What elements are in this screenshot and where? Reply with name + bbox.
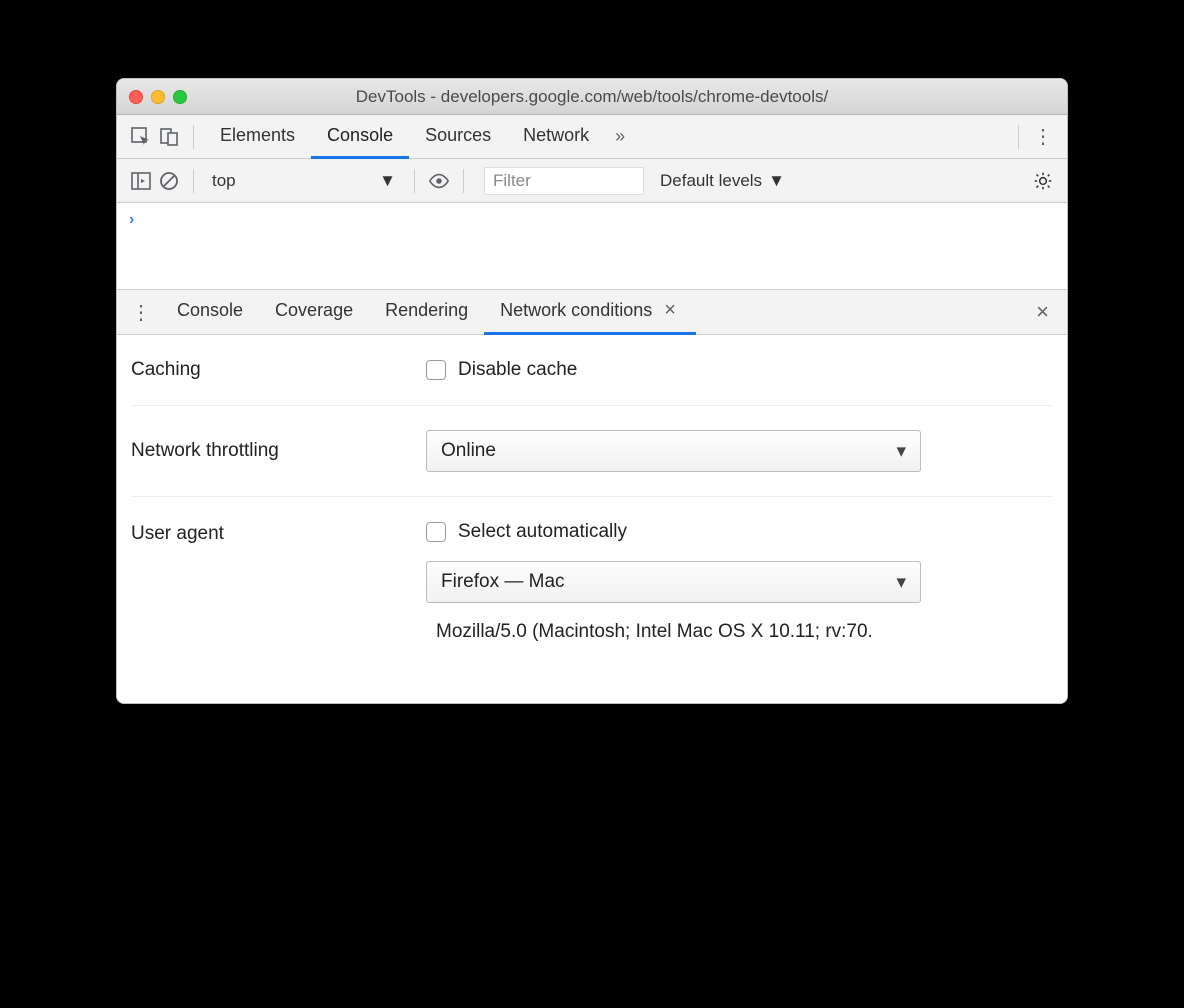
select-value: Online xyxy=(441,440,496,462)
tab-console[interactable]: Console xyxy=(311,115,409,159)
devtools-window: DevTools - developers.google.com/web/too… xyxy=(116,78,1068,704)
chevron-down-icon: ▼ xyxy=(768,171,785,191)
context-value: top xyxy=(212,171,236,191)
tab-label: Console xyxy=(327,125,393,146)
drawer-tab-coverage[interactable]: Coverage xyxy=(259,289,369,335)
tab-label: Network xyxy=(523,125,589,146)
close-drawer-icon[interactable]: × xyxy=(1028,299,1057,325)
select-automatically-checkbox[interactable]: Select automatically xyxy=(426,521,1053,543)
checkbox-icon xyxy=(426,360,446,380)
console-output[interactable]: › xyxy=(117,203,1067,289)
levels-label: Default levels xyxy=(660,171,762,191)
toggle-device-toolbar-icon[interactable] xyxy=(155,123,183,151)
filter-input[interactable] xyxy=(484,167,644,195)
chevron-down-icon: ▾ xyxy=(896,440,906,463)
disable-cache-checkbox[interactable]: Disable cache xyxy=(426,359,1053,381)
tab-label: Console xyxy=(177,300,243,321)
chevron-down-icon: ▼ xyxy=(379,171,396,191)
drawer-tabs: ⋮ Console Coverage Rendering Network con… xyxy=(117,289,1067,335)
window-zoom-button[interactable] xyxy=(173,90,187,104)
select-value: Firefox — Mac xyxy=(441,571,565,593)
tab-label: Coverage xyxy=(275,300,353,321)
tabs-overflow-icon[interactable]: » xyxy=(605,126,635,147)
window-close-button[interactable] xyxy=(129,90,143,104)
checkbox-icon xyxy=(426,522,446,542)
console-settings-icon[interactable] xyxy=(1029,167,1057,195)
console-toolbar: top ▼ Default levels ▼ xyxy=(117,159,1067,203)
row-throttling: Network throttling Online ▾ xyxy=(131,406,1053,497)
user-agent-label: User agent xyxy=(131,521,426,545)
console-prompt-icon: › xyxy=(129,211,134,228)
throttling-label: Network throttling xyxy=(131,440,426,462)
divider xyxy=(1018,125,1019,149)
checkbox-label: Select automatically xyxy=(458,521,627,543)
titlebar: DevTools - developers.google.com/web/too… xyxy=(117,79,1067,115)
log-levels-select[interactable]: Default levels ▼ xyxy=(654,171,791,191)
tab-elements[interactable]: Elements xyxy=(204,115,311,159)
drawer-menu-icon[interactable]: ⋮ xyxy=(127,298,155,326)
traffic-lights xyxy=(129,90,187,104)
drawer-tab-rendering[interactable]: Rendering xyxy=(369,289,484,335)
divider xyxy=(414,169,415,193)
tab-label: Network conditions xyxy=(500,300,652,321)
close-tab-icon[interactable]: × xyxy=(660,299,680,322)
network-conditions-panel: Caching Disable cache Network throttling… xyxy=(117,335,1067,703)
drawer-tab-network-conditions[interactable]: Network conditions × xyxy=(484,289,696,335)
row-caching: Caching Disable cache xyxy=(131,335,1053,406)
inspect-element-icon[interactable] xyxy=(127,123,155,151)
live-expression-icon[interactable] xyxy=(425,167,453,195)
execution-context-select[interactable]: top ▼ xyxy=(204,166,404,196)
tab-label: Sources xyxy=(425,125,491,146)
divider xyxy=(193,169,194,193)
tab-label: Elements xyxy=(220,125,295,146)
tab-label: Rendering xyxy=(385,300,468,321)
window-title: DevTools - developers.google.com/web/too… xyxy=(117,87,1067,107)
divider xyxy=(463,169,464,193)
clear-console-icon[interactable] xyxy=(155,167,183,195)
tab-network[interactable]: Network xyxy=(507,115,605,159)
caching-label: Caching xyxy=(131,359,426,381)
row-user-agent: User agent Select automatically Firefox … xyxy=(131,497,1053,663)
window-minimize-button[interactable] xyxy=(151,90,165,104)
chevron-down-icon: ▾ xyxy=(896,571,906,594)
divider xyxy=(193,125,194,149)
user-agent-preset-select[interactable]: Firefox — Mac ▾ xyxy=(426,561,921,603)
checkbox-label: Disable cache xyxy=(458,359,577,381)
toggle-console-sidebar-icon[interactable] xyxy=(127,167,155,195)
main-toolbar: Elements Console Sources Network » ⋮ xyxy=(117,115,1067,159)
drawer-tab-console[interactable]: Console xyxy=(161,289,259,335)
throttling-select[interactable]: Online ▾ xyxy=(426,430,921,472)
main-menu-icon[interactable]: ⋮ xyxy=(1029,123,1057,151)
tab-sources[interactable]: Sources xyxy=(409,115,507,159)
user-agent-string: Mozilla/5.0 (Macintosh; Intel Mac OS X 1… xyxy=(426,621,1053,643)
